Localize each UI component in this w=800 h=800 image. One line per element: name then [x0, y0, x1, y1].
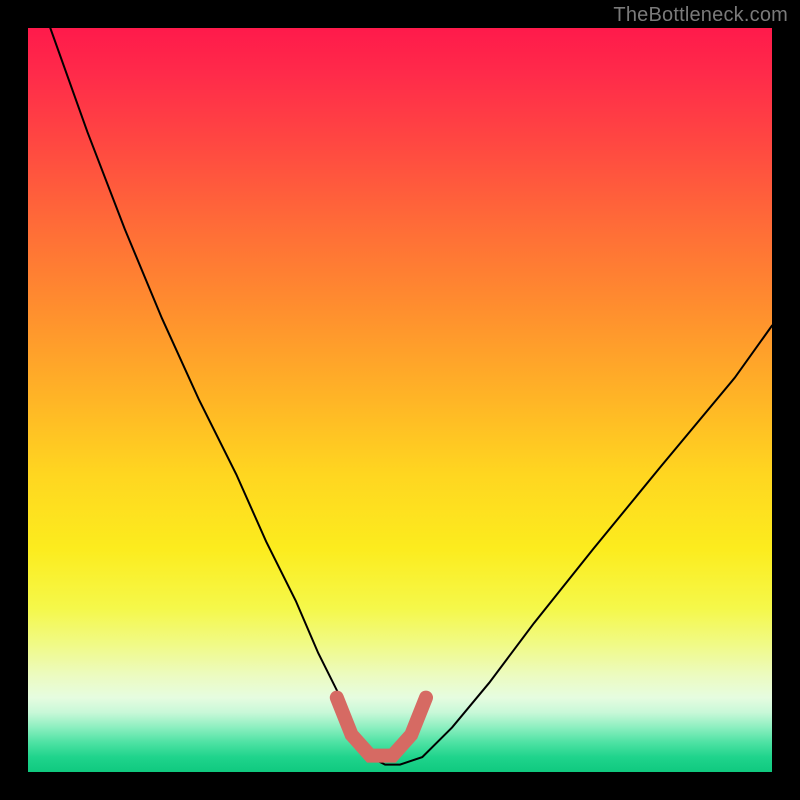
plot-area — [28, 28, 772, 772]
curve-layer — [28, 28, 772, 772]
bottleneck-curve — [50, 28, 772, 765]
chart-stage: TheBottleneck.com — [0, 0, 800, 800]
optimal-region-marker — [337, 698, 426, 756]
watermark-text: TheBottleneck.com — [613, 4, 788, 27]
